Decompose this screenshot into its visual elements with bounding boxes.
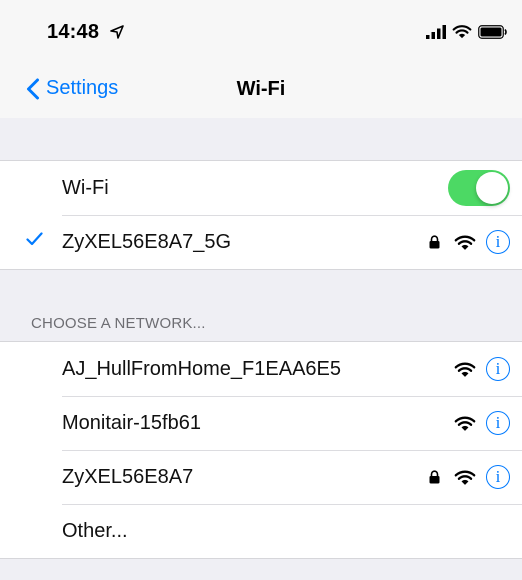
wifi-signal-icon [454, 235, 476, 250]
lock-icon [429, 470, 440, 484]
other-network-label: Other... [62, 519, 128, 542]
network-name: AJ_HullFromHome_F1EAA6E5 [62, 357, 341, 380]
network-list: AJ_HullFromHome_F1EAA6E5 i Monitair-15fb… [0, 341, 522, 559]
status-indicators [426, 24, 508, 39]
location-arrow-icon [110, 25, 124, 39]
wifi-signal-icon [454, 362, 476, 377]
info-icon: i [495, 232, 501, 251]
wifi-toggle-label: Wi-Fi [62, 176, 109, 199]
lock-icon [429, 235, 440, 249]
status-bar: 14:48 [0, 0, 522, 62]
page-title: Wi-Fi [236, 78, 286, 100]
connected-network-name: ZyXEL56E8A7_5G [62, 230, 231, 253]
status-time: 14:48 [47, 21, 100, 43]
connected-network-row[interactable]: ZyXEL56E8A7_5G i [0, 215, 522, 269]
other-network-row[interactable]: Other... [0, 504, 522, 558]
info-icon: i [495, 413, 501, 432]
cellular-signal-icon [426, 24, 446, 39]
section-header: CHOOSE A NETWORK... [31, 315, 206, 332]
battery-icon [478, 24, 507, 39]
wifi-toggle-switch[interactable] [448, 170, 510, 206]
network-indicators: i [454, 396, 510, 450]
network-row[interactable]: Monitair-15fb61 i [0, 396, 522, 450]
navigation-bar: Settings Wi-Fi [0, 62, 522, 118]
network-row[interactable]: ZyXEL56E8A7 i [0, 450, 522, 504]
network-indicators: i [429, 215, 510, 269]
info-icon: i [495, 467, 501, 486]
network-name: Monitair-15fb61 [62, 411, 201, 434]
info-button[interactable]: i [486, 465, 510, 489]
wifi-toggle-row: Wi-Fi [0, 161, 522, 215]
wifi-status-icon [452, 25, 472, 39]
network-row[interactable]: AJ_HullFromHome_F1EAA6E5 i [0, 342, 522, 396]
toggle-knob [476, 172, 508, 204]
checkmark-icon [26, 232, 43, 246]
network-name: ZyXEL56E8A7 [62, 465, 194, 488]
info-button[interactable]: i [486, 230, 510, 254]
info-icon: i [495, 359, 501, 378]
wifi-signal-icon [454, 416, 476, 431]
wifi-signal-icon [454, 470, 476, 485]
network-indicators: i [429, 450, 510, 504]
info-button[interactable]: i [486, 357, 510, 381]
wifi-settings-group: Wi-Fi ZyXEL56E8A7_5G i [0, 160, 522, 270]
network-indicators: i [454, 342, 510, 396]
info-button[interactable]: i [486, 411, 510, 435]
